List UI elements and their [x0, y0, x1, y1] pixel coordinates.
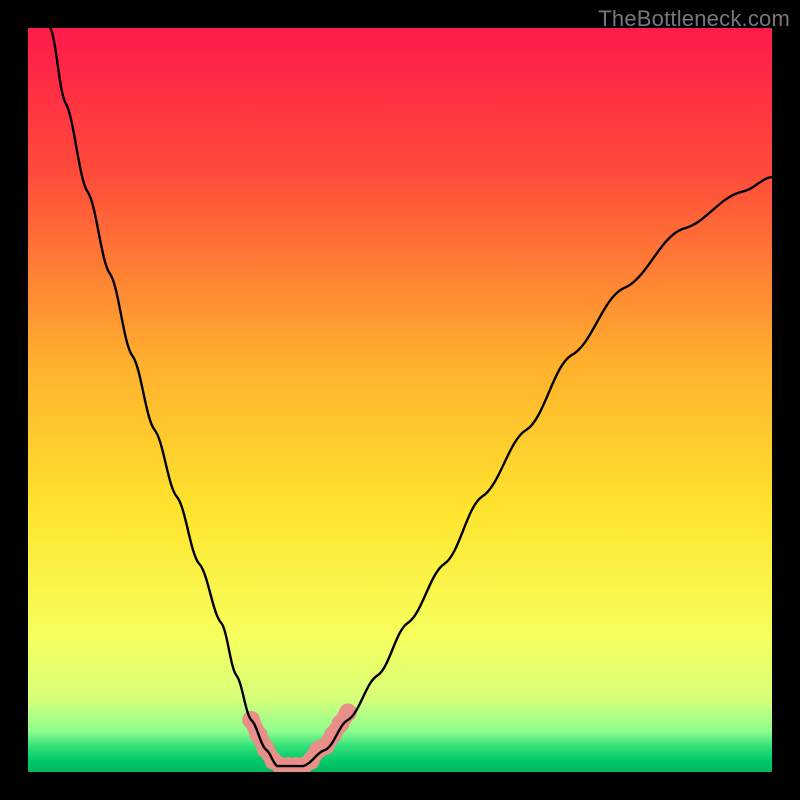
- bottleneck-chart: [28, 28, 772, 772]
- watermark-label: TheBottleneck.com: [598, 6, 790, 32]
- chart-frame: TheBottleneck.com: [0, 0, 800, 800]
- gradient-background: [28, 28, 772, 772]
